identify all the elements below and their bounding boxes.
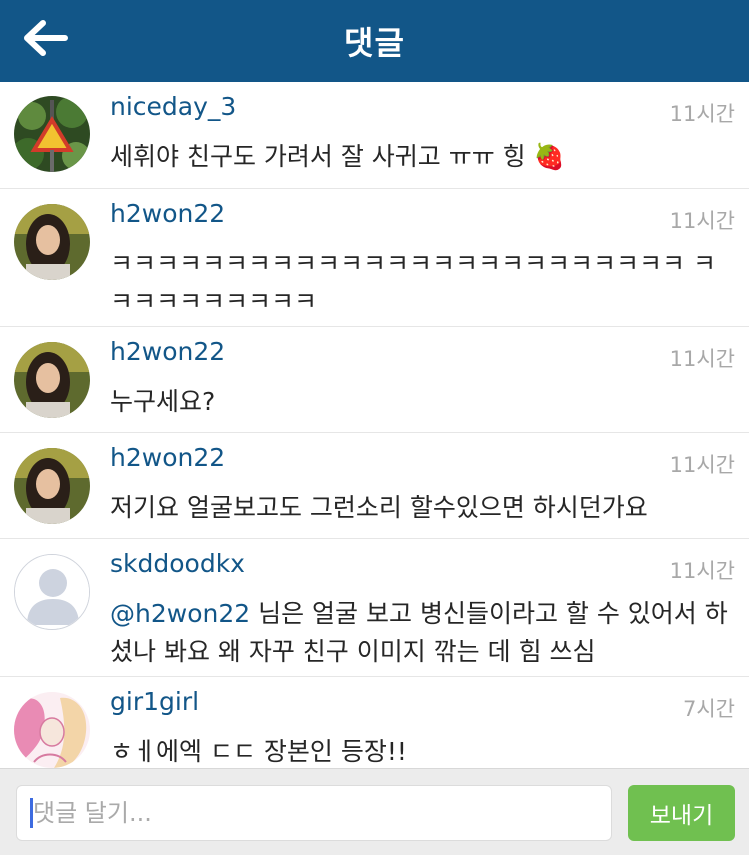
comment-time: 11시간 [669,559,735,583]
comment-text: 누구세요? [110,387,216,416]
comment-text: 저기요 얼굴보고도 그런소리 할수있으면 하시던가요 [110,493,648,522]
comment-username[interactable]: h2won22 [110,337,225,366]
comment-item: h2won22 11시간 누구세요? [0,327,749,433]
avatar[interactable] [14,204,90,280]
comment-list[interactable]: niceday_3 11시간 세휘야 친구도 가려서 잘 사귀고 ㅠㅠ 힝 🍓 … [0,82,749,768]
avatar[interactable] [14,96,90,172]
comment-composer: 보내기 [0,768,749,855]
comment-time: 11시간 [669,453,735,477]
comment-username[interactable]: skddoodkx [110,549,245,578]
comment-item: gir1girl 7시간 ㅎㅔ에엑 ㄷㄷ 장본인 등장!! [0,677,749,768]
send-button[interactable]: 보내기 [628,785,735,841]
avatar[interactable] [14,342,90,418]
avatar[interactable] [14,448,90,524]
comment-input[interactable] [16,785,612,841]
comment-time: 11시간 [669,102,735,126]
back-button[interactable] [20,16,72,60]
comment-username[interactable]: h2won22 [110,443,225,472]
avatar[interactable] [14,692,90,768]
comment-time: 11시간 [669,209,735,233]
text-caret [30,798,33,828]
comment-text: 세휘야 친구도 가려서 잘 사귀고 ㅠㅠ 힝 🍓 [110,142,565,171]
avatar[interactable] [14,554,90,630]
comment-time: 11시간 [669,347,735,371]
top-bar: 댓글 [0,0,749,82]
comment-text: @h2won22 님은 얼굴 보고 병신들이라고 할 수 있어서 하셨나 봐요 … [110,595,730,671]
comment-item: h2won22 11시간 ㅋㅋㅋㅋㅋㅋㅋㅋㅋㅋㅋㅋㅋㅋㅋㅋㅋㅋㅋㅋㅋㅋㅋㅋㅋ ㅋ… [0,189,749,327]
comment-time: 7시간 [682,697,735,721]
comment-item: niceday_3 11시간 세휘야 친구도 가려서 잘 사귀고 ㅠㅠ 힝 🍓 [0,82,749,189]
mention-link[interactable]: @h2won22 [110,599,250,628]
comment-item: h2won22 11시간 저기요 얼굴보고도 그런소리 할수있으면 하시던가요 [0,433,749,539]
comment-text: ㅎㅔ에엑 ㄷㄷ 장본인 등장!! [110,737,407,766]
comment-username[interactable]: niceday_3 [110,92,236,121]
comment-text: ㅋㅋㅋㅋㅋㅋㅋㅋㅋㅋㅋㅋㅋㅋㅋㅋㅋㅋㅋㅋㅋㅋㅋㅋㅋ ㅋㅋㅋㅋㅋㅋㅋㅋㅋㅋ [110,249,716,316]
comment-item: skddoodkx 11시간 @h2won22 님은 얼굴 보고 병신들이라고 … [0,539,749,677]
page-title: 댓글 [344,24,405,62]
arrow-left-icon [24,20,68,56]
comment-username[interactable]: gir1girl [110,687,199,716]
comment-username[interactable]: h2won22 [110,199,225,228]
